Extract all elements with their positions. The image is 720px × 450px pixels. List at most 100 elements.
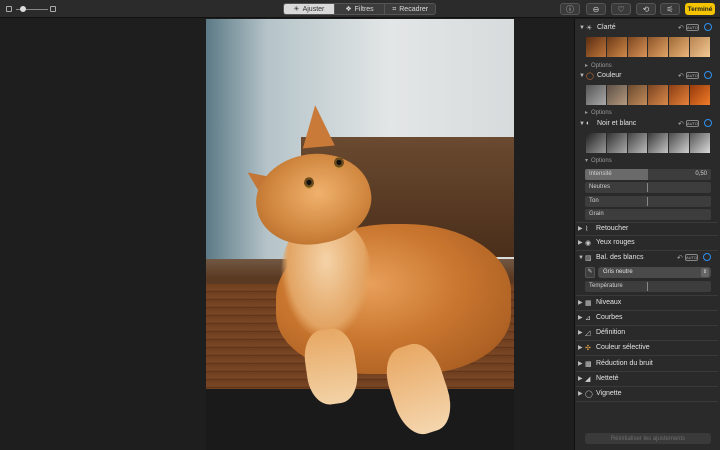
auto-button[interactable]: AUTO (686, 120, 699, 127)
revert-icon[interactable]: ↶ (678, 72, 684, 80)
options-label: Options (591, 62, 612, 69)
section-couleur-selective[interactable]: ▶ ✣ Couleur sélective (574, 341, 720, 354)
enable-toggle[interactable] (704, 119, 712, 127)
thumbnail[interactable] (648, 85, 669, 105)
thumbnail[interactable] (606, 85, 627, 105)
section-bal-blancs-title: Bal. des blancs (596, 254, 644, 261)
thumbnail[interactable] (690, 85, 710, 105)
eyedropper-button[interactable]: ✎ (585, 267, 595, 278)
thumbnail[interactable] (627, 85, 648, 105)
section-vignette[interactable]: ▶ ◯ Vignette (574, 387, 720, 400)
section-retoucher[interactable]: ▶ ⌇ Retoucher (574, 222, 720, 235)
section-noir-blanc-header[interactable]: ▼ ◐ Noir et blanc ↶ AUTO (575, 117, 720, 130)
couleur-options[interactable]: ▸ Options (585, 109, 612, 117)
photo-canvas[interactable] (206, 19, 514, 450)
section-reduction-bruit[interactable]: ▶ ▩ Réduction du bruit (574, 357, 720, 370)
section-couleur-header[interactable]: ▼ ◯ Couleur ↶ AUTO (575, 69, 720, 82)
intensite-slider[interactable]: Intensité 0,50 (585, 169, 711, 180)
tab-recadrer[interactable]: ⌗ Recadrer (385, 4, 435, 14)
disclosure-closed-icon[interactable]: ▶ (578, 299, 583, 306)
thumbnail[interactable] (586, 133, 606, 153)
reset-adjustments-button[interactable]: Réinitialiser les ajustements (585, 433, 711, 444)
done-button[interactable]: Terminé (685, 3, 715, 15)
tab-ajuster-label: Ajuster (302, 5, 325, 13)
favorite-button[interactable]: ♡ (611, 3, 631, 15)
info-button[interactable]: ⓘ (560, 3, 580, 15)
disclosure-closed-icon[interactable]: ▶ (578, 360, 583, 367)
tab-ajuster[interactable]: ☀ Ajuster (284, 4, 335, 14)
intensite-value: 0,50 (695, 171, 707, 177)
section-nettete[interactable]: ▶ ◢ Netteté (574, 372, 720, 385)
crop-icon: ⌗ (392, 5, 397, 13)
couleur-thumbnail-strip[interactable] (586, 85, 710, 105)
thumbnail[interactable] (690, 37, 710, 57)
thumbnail[interactable] (669, 37, 690, 57)
zoom-knob[interactable] (20, 6, 26, 12)
noir-blanc-options[interactable]: ▾ Options (585, 157, 612, 165)
thumbnail[interactable] (627, 133, 648, 153)
section-definition[interactable]: ▶ ◿ Définition (574, 326, 720, 339)
white-balance-icon: ▨ (585, 254, 592, 262)
clarte-options[interactable]: ▸ Options (585, 62, 612, 70)
temperature-slider-marker[interactable] (647, 282, 648, 291)
thumbnail[interactable] (586, 85, 606, 105)
half-circle-icon: ◐ (586, 120, 591, 127)
thumbnail[interactable] (690, 133, 710, 153)
auto-button[interactable]: AUTO (686, 24, 699, 31)
disclosure-closed-icon[interactable]: ▶ (578, 239, 583, 246)
disclosure-open-icon[interactable]: ▼ (579, 25, 585, 31)
bandage-icon: ⌇ (585, 225, 589, 233)
thumbnail[interactable] (669, 133, 690, 153)
disclosure-closed-icon[interactable]: ▶ (578, 329, 583, 336)
revert-icon[interactable]: ↶ (678, 24, 684, 32)
thumbnail[interactable] (648, 133, 669, 153)
thumbnail[interactable] (669, 85, 690, 105)
section-courbes[interactable]: ▶ ⊿ Courbes (574, 311, 720, 324)
white-balance-mode-select[interactable]: Gris neutre ⇕ (598, 267, 711, 278)
tab-filtres[interactable]: ❖ Filtres (335, 4, 386, 14)
neutres-slider[interactable]: Neutres (585, 182, 711, 193)
large-photo-icon (50, 6, 56, 12)
disclosure-closed-icon[interactable]: ▶ (578, 225, 583, 232)
ton-slider[interactable]: Ton (585, 196, 711, 207)
section-yeux-rouges[interactable]: ▶ ◉ Yeux rouges (574, 236, 720, 249)
enable-toggle[interactable] (704, 71, 712, 79)
grain-slider[interactable]: Grain (585, 209, 711, 220)
auto-button[interactable]: AUTO (686, 72, 699, 79)
disclosure-closed-icon: ▸ (585, 63, 589, 69)
enable-toggle[interactable] (704, 23, 712, 31)
section-niveaux[interactable]: ▶ ▦ Niveaux (574, 296, 720, 309)
revert-icon[interactable]: ↶ (678, 120, 684, 128)
disclosure-open-icon[interactable]: ▼ (579, 121, 585, 127)
section-clarte-header[interactable]: ▼ ☀ Clarté ↶ AUTO (575, 21, 720, 34)
auto-button[interactable]: AUTO (685, 254, 698, 261)
disclosure-open-icon[interactable]: ▼ (578, 255, 584, 261)
temperature-slider[interactable]: Température (585, 281, 711, 292)
disclosure-open-icon[interactable]: ▼ (579, 73, 585, 79)
section-yeux-rouges-title: Yeux rouges (596, 239, 635, 246)
auto-enhance-button[interactable]: ⚟ (660, 3, 680, 15)
neutres-slider-marker[interactable] (647, 183, 648, 192)
thumbnail[interactable] (586, 37, 606, 57)
thumbnail[interactable] (606, 133, 627, 153)
disclosure-closed-icon[interactable]: ▶ (578, 390, 583, 397)
rotate-button[interactable]: ⟲ (636, 3, 656, 15)
section-bal-blancs-header[interactable]: ▼ ▨ Bal. des blancs ↶ AUTO (574, 251, 720, 264)
noir-blanc-thumbnail-strip[interactable] (586, 133, 710, 153)
disclosure-closed-icon[interactable]: ▶ (578, 344, 583, 351)
revert-icon[interactable]: ↶ (677, 254, 683, 262)
thumbnail[interactable] (648, 37, 669, 57)
section-couleur: ▼ ◯ Couleur ↶ AUTO ▸ Options (575, 69, 720, 116)
clarte-thumbnail-strip[interactable] (586, 37, 710, 57)
disclosure-open-icon: ▾ (585, 158, 589, 164)
sun-icon: ☀ (586, 24, 593, 32)
section-niveaux-title: Niveaux (596, 299, 622, 306)
thumbnail[interactable] (627, 37, 648, 57)
thumbnail[interactable] (606, 37, 627, 57)
disclosure-closed-icon[interactable]: ▶ (578, 314, 583, 321)
zoom-slider[interactable] (6, 5, 56, 14)
enable-toggle[interactable] (703, 253, 711, 261)
disclosure-closed-icon[interactable]: ▶ (578, 375, 583, 382)
ton-slider-marker[interactable] (647, 197, 648, 206)
minus-button[interactable]: ⊖ (586, 3, 606, 15)
